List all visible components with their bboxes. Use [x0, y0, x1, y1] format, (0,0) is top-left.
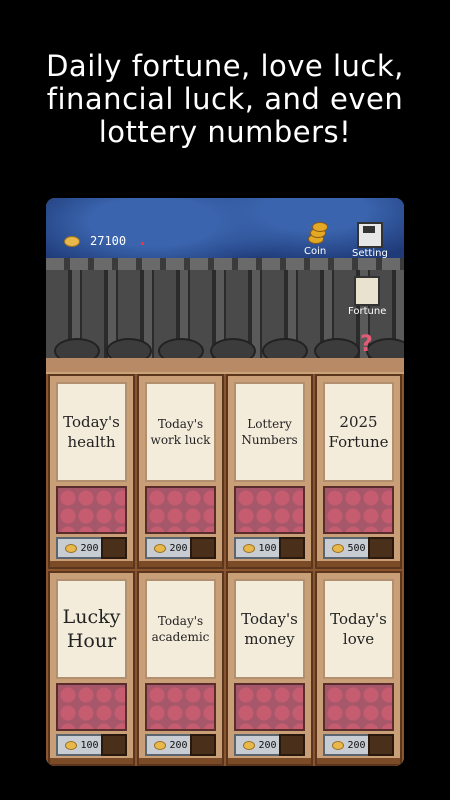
- coin-icon: [332, 543, 345, 553]
- fortune-item[interactable]: Today's academic 200: [137, 571, 224, 766]
- wooden-box: [190, 537, 216, 559]
- price-value: 200: [169, 739, 188, 751]
- fortune-item[interactable]: Today's health 200: [48, 374, 135, 569]
- headline-line-3: lottery numbers!: [98, 115, 352, 149]
- setting-button[interactable]: Setting: [352, 222, 388, 259]
- fortune-item[interactable]: Today's money 200: [226, 571, 313, 766]
- fortune-card-title: Today's money: [241, 610, 298, 648]
- coin-button[interactable]: Coin: [304, 222, 329, 257]
- coin-balance: 27100: [64, 234, 126, 248]
- wooden-box: [101, 734, 127, 756]
- wooden-box: [279, 537, 305, 559]
- price-value: 500: [347, 542, 366, 554]
- headline-line-2: financial luck, and even: [46, 82, 404, 116]
- price-value: 200: [80, 542, 99, 554]
- fortune-item[interactable]: Today's love 200: [315, 571, 402, 766]
- coin-balance-value: 27100: [90, 234, 127, 248]
- coin-icon: [243, 543, 256, 553]
- star: [141, 242, 144, 245]
- fruit-basket: [234, 486, 305, 534]
- floppy-disk-icon: [356, 222, 383, 248]
- fruit-basket: [323, 486, 394, 534]
- shelf: [317, 758, 400, 764]
- fortune-card-title: Today's academic: [151, 614, 210, 644]
- coin-icon: [64, 235, 80, 247]
- coin-icon: [154, 740, 167, 750]
- headline-line-1: Daily fortune, love luck,: [46, 49, 404, 83]
- shelf: [228, 758, 311, 764]
- fortune-grid: Today's health 200 Today's work luck 200…: [46, 374, 404, 766]
- price-value: 200: [169, 542, 188, 554]
- coin-icon: [65, 740, 78, 750]
- fruit-basket: [145, 683, 216, 731]
- coin-icon: [154, 543, 167, 553]
- fruit-basket: [323, 683, 394, 731]
- fruit-basket: [56, 683, 127, 731]
- wooden-box: [190, 734, 216, 756]
- fortune-card-title: Today's love: [330, 610, 387, 648]
- shelf: [139, 758, 222, 764]
- shelf: [139, 561, 222, 567]
- shelf: [50, 561, 133, 567]
- fruit-basket: [145, 486, 216, 534]
- fortune-item[interactable]: Today's work luck 200: [137, 374, 224, 569]
- wooden-box: [101, 537, 127, 559]
- fortune-card-title: 2025 Fortune: [328, 413, 389, 451]
- fortune-button[interactable]: Fortune: [348, 276, 386, 317]
- question-mark-icon: ?: [360, 332, 373, 357]
- price-value: 200: [258, 739, 277, 751]
- fortune-card[interactable]: Today's work luck: [145, 382, 216, 482]
- coin-icon: [65, 543, 78, 553]
- price-value: 200: [347, 739, 366, 751]
- fruit-basket: [56, 486, 127, 534]
- gold-stack-icon: [304, 222, 329, 246]
- fortune-card[interactable]: Today's health: [56, 382, 127, 482]
- fortune-card[interactable]: Lottery Numbers: [234, 382, 305, 482]
- price-value: 100: [80, 739, 99, 751]
- shelf: [228, 561, 311, 567]
- help-button[interactable]: ?: [360, 334, 373, 356]
- promo-headline: Daily fortune, love luck, financial luck…: [0, 50, 450, 149]
- coin-icon: [332, 740, 345, 750]
- app-screen: 27100 Coin Setting Fortune ? Today's hea…: [46, 198, 404, 766]
- fortune-card-title: Today's work luck: [150, 417, 211, 447]
- fortune-item[interactable]: Lucky Hour 100: [48, 571, 135, 766]
- fortune-item[interactable]: 2025 Fortune 500: [315, 374, 402, 569]
- wooden-box: [279, 734, 305, 756]
- price-value: 100: [258, 542, 277, 554]
- roof-eave: [46, 358, 404, 372]
- coin-icon: [243, 740, 256, 750]
- fortune-card[interactable]: 2025 Fortune: [323, 382, 394, 482]
- fortune-card-title: Lottery Numbers: [241, 417, 298, 447]
- scroll-icon: [354, 276, 381, 306]
- shelf: [50, 758, 133, 764]
- wooden-box: [368, 537, 394, 559]
- coin-button-label: Coin: [304, 246, 327, 257]
- setting-button-label: Setting: [352, 248, 388, 259]
- fortune-card[interactable]: Today's academic: [145, 579, 216, 679]
- fortune-card[interactable]: Today's love: [323, 579, 394, 679]
- shelf: [317, 561, 400, 567]
- fortune-card-title: Lucky Hour: [62, 606, 121, 652]
- fortune-card[interactable]: Today's money: [234, 579, 305, 679]
- fortune-card[interactable]: Lucky Hour: [56, 579, 127, 679]
- fortune-item[interactable]: Lottery Numbers 100: [226, 374, 313, 569]
- fortune-button-label: Fortune: [348, 306, 387, 317]
- fruit-basket: [234, 683, 305, 731]
- wooden-box: [368, 734, 394, 756]
- fortune-card-title: Today's health: [63, 413, 120, 451]
